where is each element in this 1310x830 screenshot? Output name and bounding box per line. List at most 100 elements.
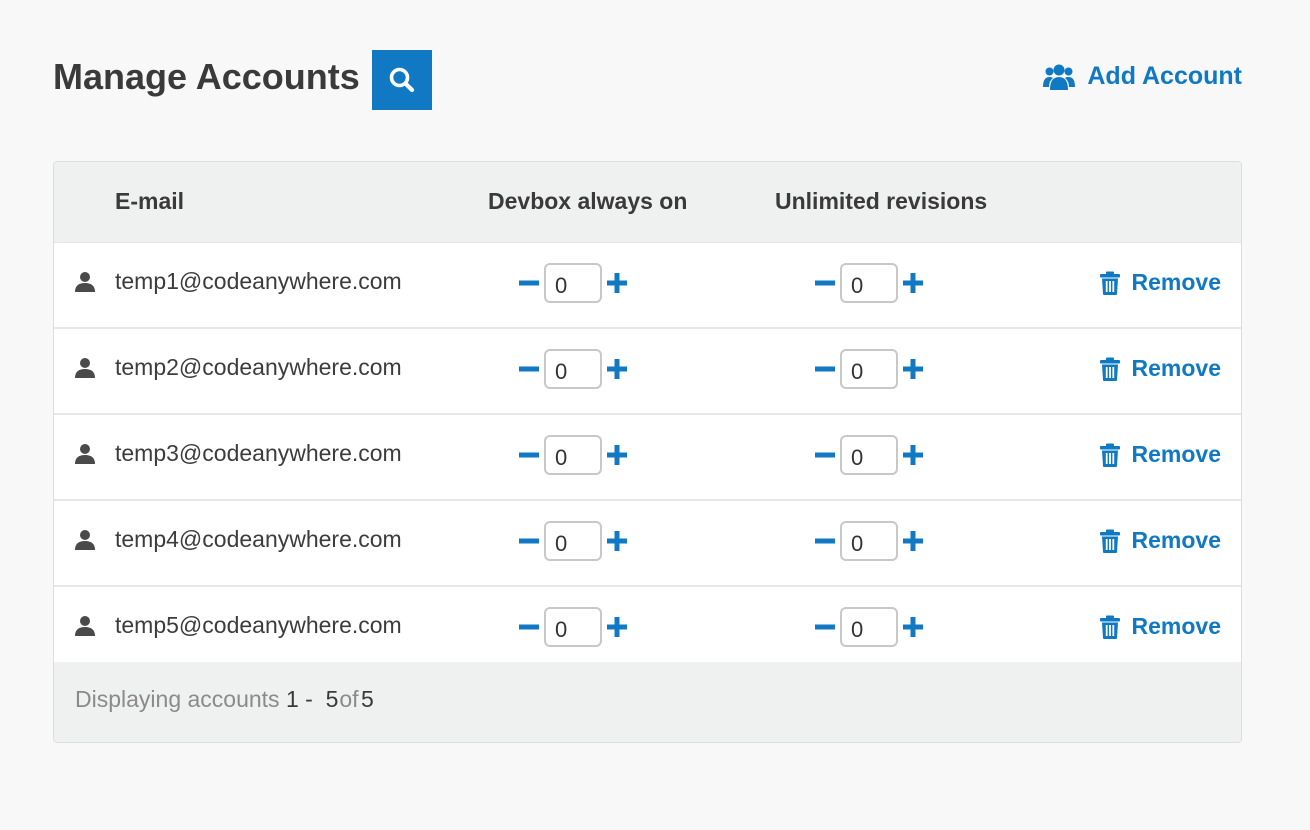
account-email: temp3@codeanywhere.com — [115, 440, 402, 466]
plus-icon — [607, 445, 627, 465]
page-title: Manage Accounts — [53, 56, 360, 97]
trash-icon — [1099, 615, 1120, 639]
user-icon — [74, 529, 96, 556]
remove-account-button[interactable]: Remove — [1099, 527, 1221, 554]
revisions-stepper — [813, 435, 925, 475]
account-email: temp2@codeanywhere.com — [115, 354, 402, 380]
remove-account-button[interactable]: Remove — [1099, 355, 1221, 382]
revisions-decrement-button[interactable] — [813, 443, 837, 467]
revisions-quantity-input[interactable] — [840, 521, 898, 561]
revisions-decrement-button[interactable] — [813, 271, 837, 295]
trash-icon — [1099, 443, 1120, 467]
user-icon — [74, 443, 96, 470]
revisions-quantity-input[interactable] — [840, 263, 898, 303]
trash-icon — [1099, 357, 1120, 381]
minus-icon — [519, 280, 539, 286]
revisions-increment-button[interactable] — [901, 615, 925, 639]
devbox-stepper — [517, 263, 629, 303]
plus-icon — [903, 445, 923, 465]
pagination-total: 5 — [360, 686, 374, 712]
revisions-increment-button[interactable] — [901, 357, 925, 381]
search-icon — [389, 67, 415, 93]
devbox-quantity-input[interactable] — [544, 521, 602, 561]
revisions-stepper — [813, 349, 925, 389]
revisions-quantity-input[interactable] — [840, 435, 898, 475]
devbox-decrement-button[interactable] — [517, 357, 541, 381]
devbox-quantity-input[interactable] — [544, 607, 602, 647]
devbox-stepper — [517, 521, 629, 561]
minus-icon — [815, 538, 835, 544]
plus-icon — [607, 359, 627, 379]
pagination-prefix: Displaying accounts — [75, 686, 280, 712]
revisions-increment-button[interactable] — [901, 529, 925, 553]
plus-icon — [903, 617, 923, 637]
remove-account-button[interactable]: Remove — [1099, 613, 1221, 640]
plus-icon — [903, 359, 923, 379]
devbox-increment-button[interactable] — [605, 443, 629, 467]
revisions-stepper — [813, 263, 925, 303]
pagination-range-end: 5 — [325, 686, 339, 712]
pagination-of-label: of — [339, 686, 359, 712]
plus-icon — [903, 531, 923, 551]
revisions-decrement-button[interactable] — [813, 357, 837, 381]
accounts-table: E-mail Devbox always on Unlimited revisi… — [53, 161, 1242, 743]
minus-icon — [815, 624, 835, 630]
remove-account-button[interactable]: Remove — [1099, 269, 1221, 296]
user-icon — [74, 615, 96, 642]
devbox-increment-button[interactable] — [605, 615, 629, 639]
pagination-range-start: 1 — [285, 686, 299, 712]
column-header-devbox: Devbox always on — [488, 188, 688, 214]
devbox-increment-button[interactable] — [605, 271, 629, 295]
revisions-increment-button[interactable] — [901, 271, 925, 295]
devbox-decrement-button[interactable] — [517, 529, 541, 553]
devbox-quantity-input[interactable] — [544, 349, 602, 389]
devbox-increment-button[interactable] — [605, 357, 629, 381]
remove-label: Remove — [1131, 355, 1221, 381]
devbox-stepper — [517, 607, 629, 647]
remove-label: Remove — [1131, 441, 1221, 467]
users-icon — [1043, 64, 1076, 90]
revisions-decrement-button[interactable] — [813, 529, 837, 553]
devbox-decrement-button[interactable] — [517, 615, 541, 639]
table-row: temp1@codeanywhere.com 0 0 Remove — [54, 243, 1241, 329]
remove-label: Remove — [1131, 613, 1221, 639]
minus-icon — [815, 280, 835, 286]
remove-label: Remove — [1131, 269, 1221, 295]
trash-icon — [1099, 529, 1120, 553]
table-header: E-mail Devbox always on Unlimited revisi… — [54, 162, 1241, 243]
revisions-stepper — [813, 607, 925, 647]
column-header-revisions: Unlimited revisions — [775, 188, 988, 214]
remove-label: Remove — [1131, 527, 1221, 553]
revisions-quantity-input[interactable] — [840, 349, 898, 389]
user-icon — [74, 271, 96, 298]
revisions-increment-button[interactable] — [901, 443, 925, 467]
user-icon — [74, 357, 96, 384]
plus-icon — [607, 617, 627, 637]
table-row: temp3@codeanywhere.com 0 0 Remove — [54, 415, 1241, 501]
devbox-decrement-button[interactable] — [517, 443, 541, 467]
remove-account-button[interactable]: Remove — [1099, 441, 1221, 468]
devbox-decrement-button[interactable] — [517, 271, 541, 295]
add-account-button[interactable]: Add Account — [1043, 62, 1242, 91]
plus-icon — [607, 273, 627, 293]
minus-icon — [815, 452, 835, 458]
minus-icon — [519, 366, 539, 372]
minus-icon — [519, 538, 539, 544]
search-button[interactable] — [372, 50, 432, 110]
revisions-quantity-input[interactable] — [840, 607, 898, 647]
table-row: temp4@codeanywhere.com 0 0 Remove — [54, 501, 1241, 587]
devbox-increment-button[interactable] — [605, 529, 629, 553]
add-account-label: Add Account — [1087, 62, 1242, 90]
devbox-stepper — [517, 435, 629, 475]
column-header-email: E-mail — [115, 188, 185, 214]
trash-icon — [1099, 271, 1120, 295]
minus-icon — [519, 624, 539, 630]
devbox-quantity-input[interactable] — [544, 263, 602, 303]
revisions-decrement-button[interactable] — [813, 615, 837, 639]
plus-icon — [903, 273, 923, 293]
plus-icon — [607, 531, 627, 551]
account-email: temp1@codeanywhere.com — [115, 268, 402, 294]
table-footer: Displaying accounts 1 - 5of 5 — [54, 662, 1241, 742]
devbox-quantity-input[interactable] — [544, 435, 602, 475]
pagination-summary: Displaying accounts 1 - 5of 5 — [75, 686, 374, 713]
